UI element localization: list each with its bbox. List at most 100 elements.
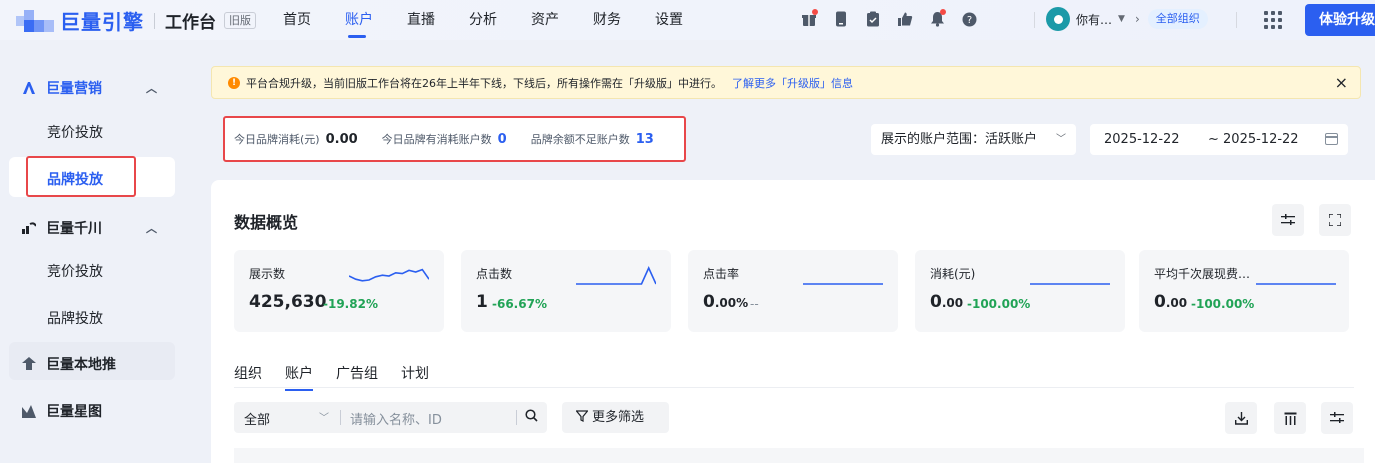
metric-value: 0.00 [930, 292, 964, 312]
settings-sliders-button[interactable] [1272, 204, 1304, 236]
nav-assets[interactable]: 资产 [531, 0, 593, 40]
clipboard-icon[interactable] [864, 9, 882, 29]
local-push-icon [22, 357, 36, 371]
date-start[interactable]: 2025-12-22 [1104, 124, 1180, 155]
chevron-right-icon: › [1134, 12, 1140, 26]
sidebar-item-bidding[interactable]: 竞价投放 [47, 122, 103, 142]
sidebar-group-label: 巨量本地推 [46, 357, 116, 373]
bell-icon[interactable] [928, 9, 946, 29]
sidebar-item-brand-2[interactable]: 品牌投放 [47, 308, 103, 328]
metric-value: 0.00 [1154, 292, 1188, 312]
top-divider [1034, 12, 1035, 28]
chevron-up-icon[interactable]: ︿ [146, 220, 157, 236]
sidebar-group-local[interactable]: 巨量本地推 [22, 354, 116, 374]
avatar [1046, 7, 1070, 31]
columns-button[interactable] [1274, 402, 1306, 434]
stat-value: 0.00 [325, 131, 358, 147]
metric-label: 展示数 [249, 267, 286, 281]
filter-divider [340, 410, 341, 425]
nav-finance[interactable]: 财务 [593, 0, 655, 40]
sliders-icon [1281, 214, 1295, 225]
tabs-divider [234, 387, 1354, 388]
sidebar-group-xingtu[interactable]: 巨量星图 [22, 401, 102, 421]
calendar-icon [1325, 133, 1338, 145]
brand-stats-strip: 今日品牌消耗(元) 0.00 今日品牌有消耗账户数 0 品牌余额不足账户数 13 [223, 116, 686, 162]
download-button[interactable] [1225, 402, 1257, 434]
svg-text:?: ? [966, 15, 971, 26]
stat-value[interactable]: 13 [636, 132, 654, 147]
nav-settings[interactable]: 设置 [655, 0, 717, 40]
metric-change: -19.82% [323, 297, 378, 311]
sidebar-item-bidding-2[interactable]: 竞价投放 [47, 261, 103, 281]
metric-card-impressions[interactable]: 展示数 425,630 -19.82% [234, 250, 444, 332]
banner-link[interactable]: 了解更多「升级版」信息 [732, 75, 853, 91]
app-grid-icon[interactable] [1262, 9, 1284, 31]
fullscreen-icon [1329, 214, 1341, 226]
search-input[interactable]: 请输入名称、ID [350, 409, 442, 428]
sliders-icon [1330, 412, 1344, 423]
metric-card-clicks[interactable]: 点击数 1 -66.67% [461, 250, 671, 332]
metric-label: 点击率 [703, 267, 740, 281]
download-icon [1234, 411, 1248, 425]
filter-divider [516, 410, 517, 425]
scope-select[interactable]: 全部 [244, 409, 270, 428]
table-header [234, 448, 1364, 463]
nav-analysis[interactable]: 分析 [469, 0, 531, 40]
chevron-down-icon[interactable]: ﹀ [319, 409, 329, 424]
logo-mark-icon [16, 8, 56, 34]
metric-change: -100.00% [1191, 297, 1255, 311]
sidebar-group-qianchuan[interactable]: 巨量千川 ︿ [22, 218, 157, 238]
stat-label: 今日品牌有消耗账户数 [381, 133, 492, 146]
table-settings-button[interactable] [1321, 402, 1353, 434]
thumbs-up-icon[interactable] [896, 9, 914, 29]
metric-value: 425,630 [249, 292, 327, 312]
account-switcher[interactable]: 你有… ▼ › 全部组织 [1046, 7, 1208, 31]
range-select-label: 展示的账户范围：活跃账户 [881, 132, 1038, 147]
filter-funnel-icon [575, 410, 589, 422]
more-filter-button[interactable]: 更多筛选 [562, 402, 669, 433]
caret-down-icon: ▼ [1118, 14, 1125, 24]
sidebar-group-label: 巨量星图 [46, 404, 102, 420]
metric-label: 平均千次展现费… [1154, 267, 1251, 281]
notice-banner: ! 平台合规升级，当前旧版工作台将在26年上半年下线，下线后，所有操作需在「升级… [211, 66, 1361, 99]
date-range-picker[interactable]: 2025-12-22 ~ 2025-12-22 [1090, 124, 1348, 155]
metric-change: -100.00% [967, 297, 1031, 311]
phone-icon[interactable] [832, 9, 850, 29]
logo[interactable]: 巨量引擎 工作台 旧版 [16, 6, 256, 35]
stat-label: 品牌余额不足账户数 [530, 133, 630, 146]
metric-label: 消耗(元) [930, 267, 976, 281]
fullscreen-button[interactable] [1319, 204, 1351, 236]
marketing-logo-icon [22, 81, 36, 95]
overview-card: 数据概览 展示数 425,630 -19.82% 点击数 1 -66.67% 点… [211, 180, 1375, 463]
metric-value: 0.00% [703, 292, 749, 312]
close-icon[interactable]: × [1335, 73, 1348, 92]
metric-card-ctr[interactable]: 点击率 0.00% -- [688, 250, 898, 332]
overview-title: 数据概览 [234, 213, 299, 232]
nav-account[interactable]: 账户 [345, 0, 407, 40]
gift-icon[interactable] [800, 9, 818, 29]
sidebar-group-label: 巨量千川 [46, 221, 102, 237]
org-pill[interactable]: 全部组织 [1147, 9, 1208, 29]
top-bar: 巨量引擎 工作台 旧版 首页 账户 直播 分析 资产 财务 设置 ? 你有… ▼… [0, 0, 1375, 40]
nav-home[interactable]: 首页 [283, 0, 345, 40]
old-version-badge[interactable]: 旧版 [224, 12, 256, 29]
metric-label: 点击数 [476, 267, 513, 281]
metric-card-cost[interactable]: 消耗(元) 0.00 -100.00% [915, 250, 1125, 332]
more-filter-label: 更多筛选 [592, 410, 645, 425]
sidebar-group-marketing[interactable]: 巨量营销 ︿ [22, 78, 157, 98]
chevron-up-icon[interactable]: ︿ [146, 80, 157, 96]
stat-value[interactable]: 0 [498, 132, 507, 147]
nav-live[interactable]: 直播 [407, 0, 469, 40]
metric-card-cpm[interactable]: 平均千次展现费… 0.00 -100.00% [1139, 250, 1349, 332]
help-icon[interactable]: ? [960, 9, 978, 29]
search-icon[interactable] [525, 409, 538, 426]
date-end[interactable]: ~ 2025-12-22 [1208, 124, 1299, 155]
upgrade-button[interactable]: 体验升级 [1305, 4, 1375, 36]
stat-label: 今日品牌消耗(元) [234, 133, 320, 146]
xingtu-logo-icon [22, 404, 36, 418]
account-range-select[interactable]: 展示的账户范围：活跃账户 ﹀ [871, 124, 1076, 155]
metric-change: -66.67% [492, 297, 547, 311]
metric-value: 1 [476, 292, 488, 312]
sparkline [803, 283, 883, 285]
top-nav: 首页 账户 直播 分析 资产 财务 设置 [283, 0, 717, 40]
